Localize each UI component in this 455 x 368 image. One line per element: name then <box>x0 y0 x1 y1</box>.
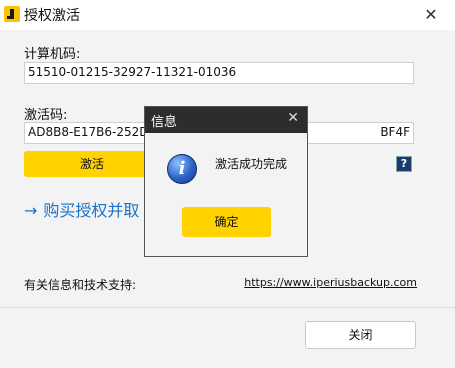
arrow-right-icon: → <box>24 201 38 220</box>
activate-button[interactable]: 激活 <box>24 151 160 177</box>
window-title: 授权激活 <box>24 8 80 24</box>
window-close-button[interactable]: ✕ <box>413 2 449 28</box>
title-bar: 授权激活 ✕ <box>0 0 455 30</box>
info-dialog: 信息 ✕ i 激活成功完成 确定 <box>144 106 308 257</box>
activation-code-text-left: AD8B8-E17B6-252D1 <box>28 125 157 139</box>
close-button[interactable]: 关闭 <box>305 321 416 349</box>
buy-license-link-text: 购买授权并取 <box>43 201 140 220</box>
activation-code-label: 激活码: <box>24 108 68 123</box>
app-logo-icon <box>4 6 20 22</box>
ok-button[interactable]: 确定 <box>182 207 271 237</box>
support-url-link[interactable]: https://www.iperiusbackup.com <box>244 276 417 289</box>
dialog-title-bar: 信息 ✕ <box>145 107 307 133</box>
computer-code-label: 计算机码: <box>24 47 81 62</box>
help-icon[interactable]: ? <box>396 156 412 172</box>
computer-code-field[interactable]: 51510-01215-32927-11321-01036 <box>24 62 414 84</box>
support-label: 有关信息和技术支持: <box>24 278 137 292</box>
dialog-close-button[interactable]: ✕ <box>287 110 299 126</box>
buy-license-link[interactable]: → 购买授权并取 <box>24 197 139 221</box>
dialog-message: 激活成功完成 <box>215 157 288 171</box>
info-icon: i <box>167 154 197 184</box>
dialog-title: 信息 <box>151 115 178 130</box>
activation-code-text-right: BF4F <box>380 125 410 139</box>
footer-divider <box>0 307 455 308</box>
